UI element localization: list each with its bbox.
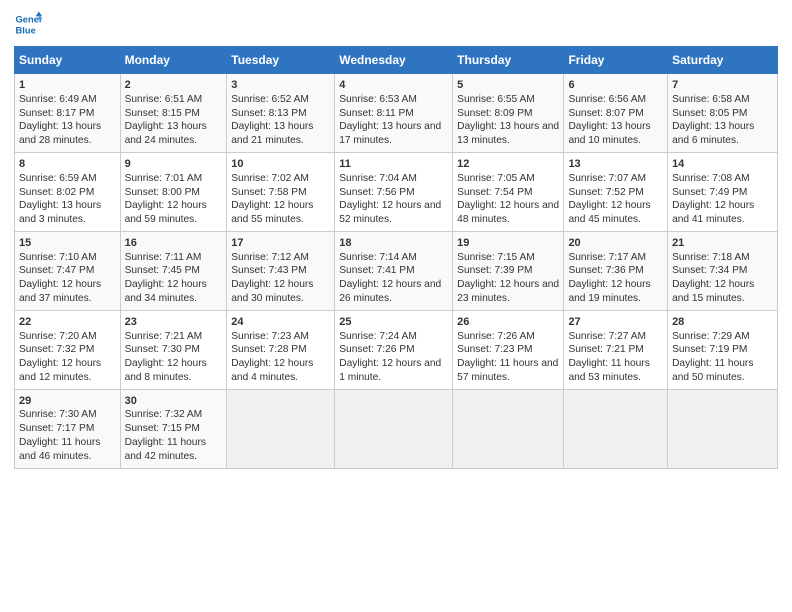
calendar-cell xyxy=(564,389,668,468)
calendar-cell: 19Sunrise: 7:15 AMSunset: 7:39 PMDayligh… xyxy=(453,231,564,310)
day-number: 23 xyxy=(125,315,223,330)
day-number: 30 xyxy=(125,394,223,409)
day-number: 12 xyxy=(457,157,559,172)
day-number: 29 xyxy=(19,394,116,409)
calendar-cell xyxy=(668,389,778,468)
day-number: 27 xyxy=(568,315,663,330)
calendar-cell: 5Sunrise: 6:55 AMSunset: 8:09 PMDaylight… xyxy=(453,74,564,153)
calendar-cell: 25Sunrise: 7:24 AMSunset: 7:26 PMDayligh… xyxy=(335,310,453,389)
calendar-cell: 22Sunrise: 7:20 AMSunset: 7:32 PMDayligh… xyxy=(15,310,121,389)
day-number: 25 xyxy=(339,315,448,330)
calendar-cell: 15Sunrise: 7:10 AMSunset: 7:47 PMDayligh… xyxy=(15,231,121,310)
calendar-cell: 17Sunrise: 7:12 AMSunset: 7:43 PMDayligh… xyxy=(227,231,335,310)
day-number: 6 xyxy=(568,78,663,93)
day-number: 5 xyxy=(457,78,559,93)
calendar-cell: 8Sunrise: 6:59 AMSunset: 8:02 PMDaylight… xyxy=(15,152,121,231)
calendar-cell: 3Sunrise: 6:52 AMSunset: 8:13 PMDaylight… xyxy=(227,74,335,153)
day-number: 21 xyxy=(672,236,773,251)
day-number: 9 xyxy=(125,157,223,172)
calendar-cell: 4Sunrise: 6:53 AMSunset: 8:11 PMDaylight… xyxy=(335,74,453,153)
logo: General Blue xyxy=(14,10,46,38)
week-row-5: 29Sunrise: 7:30 AMSunset: 7:17 PMDayligh… xyxy=(15,389,778,468)
day-number: 17 xyxy=(231,236,330,251)
week-row-1: 1Sunrise: 6:49 AMSunset: 8:17 PMDaylight… xyxy=(15,74,778,153)
header-tuesday: Tuesday xyxy=(227,47,335,74)
header: General Blue xyxy=(14,10,778,38)
day-number: 3 xyxy=(231,78,330,93)
calendar-cell: 9Sunrise: 7:01 AMSunset: 8:00 PMDaylight… xyxy=(120,152,227,231)
day-number: 16 xyxy=(125,236,223,251)
day-number: 24 xyxy=(231,315,330,330)
calendar-cell xyxy=(453,389,564,468)
calendar-cell: 13Sunrise: 7:07 AMSunset: 7:52 PMDayligh… xyxy=(564,152,668,231)
calendar-cell xyxy=(227,389,335,468)
day-number: 1 xyxy=(19,78,116,93)
header-wednesday: Wednesday xyxy=(335,47,453,74)
header-sunday: Sunday xyxy=(15,47,121,74)
header-monday: Monday xyxy=(120,47,227,74)
day-number: 19 xyxy=(457,236,559,251)
calendar-cell: 30Sunrise: 7:32 AMSunset: 7:15 PMDayligh… xyxy=(120,389,227,468)
day-number: 22 xyxy=(19,315,116,330)
day-number: 4 xyxy=(339,78,448,93)
day-number: 11 xyxy=(339,157,448,172)
calendar-cell: 26Sunrise: 7:26 AMSunset: 7:23 PMDayligh… xyxy=(453,310,564,389)
week-row-2: 8Sunrise: 6:59 AMSunset: 8:02 PMDaylight… xyxy=(15,152,778,231)
calendar-cell: 28Sunrise: 7:29 AMSunset: 7:19 PMDayligh… xyxy=(668,310,778,389)
calendar-cell: 24Sunrise: 7:23 AMSunset: 7:28 PMDayligh… xyxy=(227,310,335,389)
calendar-cell: 14Sunrise: 7:08 AMSunset: 7:49 PMDayligh… xyxy=(668,152,778,231)
day-number: 14 xyxy=(672,157,773,172)
calendar-cell: 16Sunrise: 7:11 AMSunset: 7:45 PMDayligh… xyxy=(120,231,227,310)
calendar-cell xyxy=(335,389,453,468)
calendar-cell: 7Sunrise: 6:58 AMSunset: 8:05 PMDaylight… xyxy=(668,74,778,153)
header-thursday: Thursday xyxy=(453,47,564,74)
day-number: 10 xyxy=(231,157,330,172)
day-number: 26 xyxy=(457,315,559,330)
calendar-cell: 29Sunrise: 7:30 AMSunset: 7:17 PMDayligh… xyxy=(15,389,121,468)
calendar-cell: 6Sunrise: 6:56 AMSunset: 8:07 PMDaylight… xyxy=(564,74,668,153)
calendar-cell: 27Sunrise: 7:27 AMSunset: 7:21 PMDayligh… xyxy=(564,310,668,389)
header-saturday: Saturday xyxy=(668,47,778,74)
week-row-4: 22Sunrise: 7:20 AMSunset: 7:32 PMDayligh… xyxy=(15,310,778,389)
calendar-cell: 21Sunrise: 7:18 AMSunset: 7:34 PMDayligh… xyxy=(668,231,778,310)
day-number: 7 xyxy=(672,78,773,93)
day-number: 2 xyxy=(125,78,223,93)
calendar-cell: 12Sunrise: 7:05 AMSunset: 7:54 PMDayligh… xyxy=(453,152,564,231)
calendar-cell: 20Sunrise: 7:17 AMSunset: 7:36 PMDayligh… xyxy=(564,231,668,310)
calendar-cell: 23Sunrise: 7:21 AMSunset: 7:30 PMDayligh… xyxy=(120,310,227,389)
day-number: 13 xyxy=(568,157,663,172)
calendar-table: SundayMondayTuesdayWednesdayThursdayFrid… xyxy=(14,46,778,469)
day-number: 20 xyxy=(568,236,663,251)
day-number: 8 xyxy=(19,157,116,172)
day-number: 18 xyxy=(339,236,448,251)
calendar-cell: 11Sunrise: 7:04 AMSunset: 7:56 PMDayligh… xyxy=(335,152,453,231)
calendar-cell: 18Sunrise: 7:14 AMSunset: 7:41 PMDayligh… xyxy=(335,231,453,310)
day-number: 28 xyxy=(672,315,773,330)
logo-icon: General Blue xyxy=(14,10,42,38)
day-number: 15 xyxy=(19,236,116,251)
calendar-cell: 10Sunrise: 7:02 AMSunset: 7:58 PMDayligh… xyxy=(227,152,335,231)
calendar-cell: 2Sunrise: 6:51 AMSunset: 8:15 PMDaylight… xyxy=(120,74,227,153)
calendar-header-row: SundayMondayTuesdayWednesdayThursdayFrid… xyxy=(15,47,778,74)
calendar-cell: 1Sunrise: 6:49 AMSunset: 8:17 PMDaylight… xyxy=(15,74,121,153)
header-friday: Friday xyxy=(564,47,668,74)
week-row-3: 15Sunrise: 7:10 AMSunset: 7:47 PMDayligh… xyxy=(15,231,778,310)
svg-text:Blue: Blue xyxy=(16,25,36,35)
main-container: General Blue SundayMondayTuesdayWednesda… xyxy=(0,0,792,479)
